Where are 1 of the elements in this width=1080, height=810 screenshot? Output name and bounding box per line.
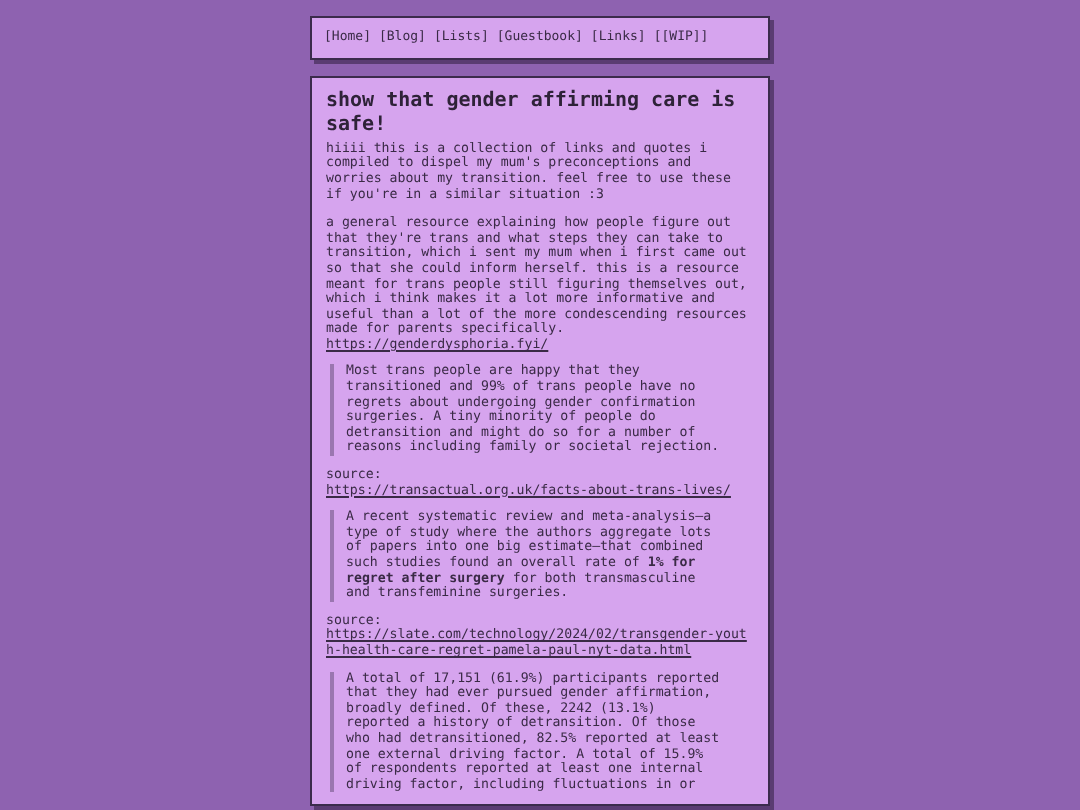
page-title: show that gender affirming care is safe! (326, 89, 738, 138)
